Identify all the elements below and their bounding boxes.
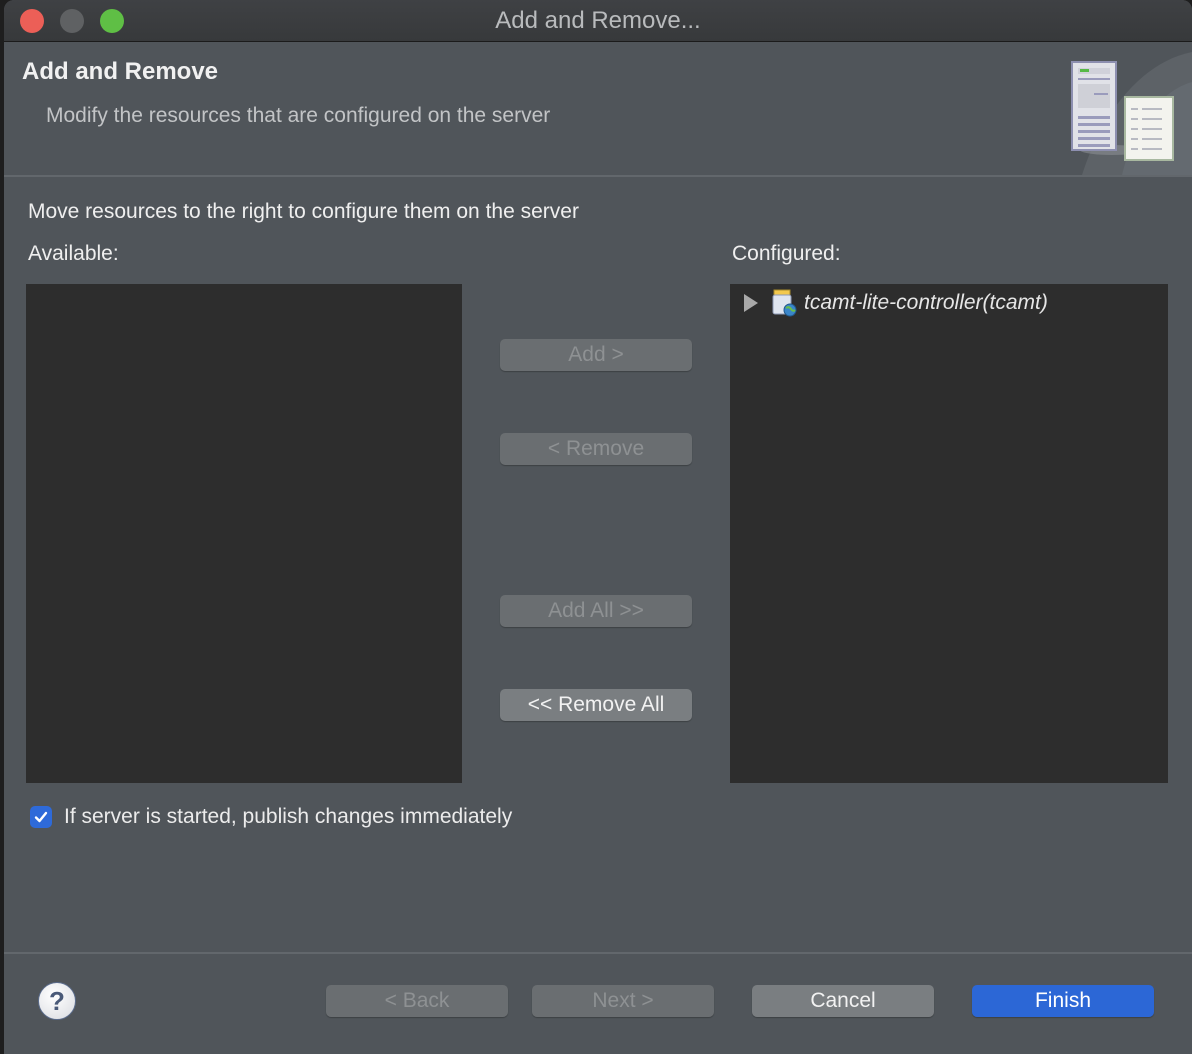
expand-arrow-icon[interactable] <box>744 294 758 312</box>
instructions-text: Move resources to the right to configure… <box>28 200 579 223</box>
add-all-button[interactable]: Add All >> <box>500 595 692 627</box>
web-module-icon <box>772 289 797 317</box>
configured-list[interactable]: tcamt-lite-controller(tcamt) <box>730 284 1168 783</box>
page-description: Modify the resources that are configured… <box>46 104 551 127</box>
publish-changes-checkbox[interactable] <box>30 806 52 828</box>
remove-all-button[interactable]: << Remove All <box>500 689 692 721</box>
title-bar[interactable]: Add and Remove... <box>4 0 1192 42</box>
available-label: Available: <box>28 242 119 265</box>
remove-button[interactable]: < Remove <box>500 433 692 465</box>
help-icon[interactable]: ? <box>38 982 76 1020</box>
list-item[interactable]: tcamt-lite-controller(tcamt) <box>744 288 1048 318</box>
available-list[interactable] <box>26 284 462 783</box>
publish-changes-label: If server is started, publish changes im… <box>64 805 513 828</box>
server-document-icon <box>1071 52 1192 175</box>
add-button[interactable]: Add > <box>500 339 692 371</box>
cancel-button[interactable]: Cancel <box>752 985 934 1017</box>
configured-label: Configured: <box>732 242 841 265</box>
configured-item-label: tcamt-lite-controller(tcamt) <box>804 291 1048 314</box>
back-button[interactable]: < Back <box>326 985 508 1017</box>
window-title: Add and Remove... <box>495 7 701 34</box>
add-remove-dialog: Add and Remove... Add and Remove Modify … <box>4 0 1192 1054</box>
page-title: Add and Remove <box>22 58 219 85</box>
next-button[interactable]: Next > <box>532 985 714 1017</box>
finish-button[interactable]: Finish <box>972 985 1154 1017</box>
footer-divider <box>4 952 1192 954</box>
checkmark-icon <box>34 811 48 823</box>
wizard-header: Add and Remove Modify the resources that… <box>4 42 1192 177</box>
publish-changes-option[interactable]: If server is started, publish changes im… <box>30 805 512 829</box>
